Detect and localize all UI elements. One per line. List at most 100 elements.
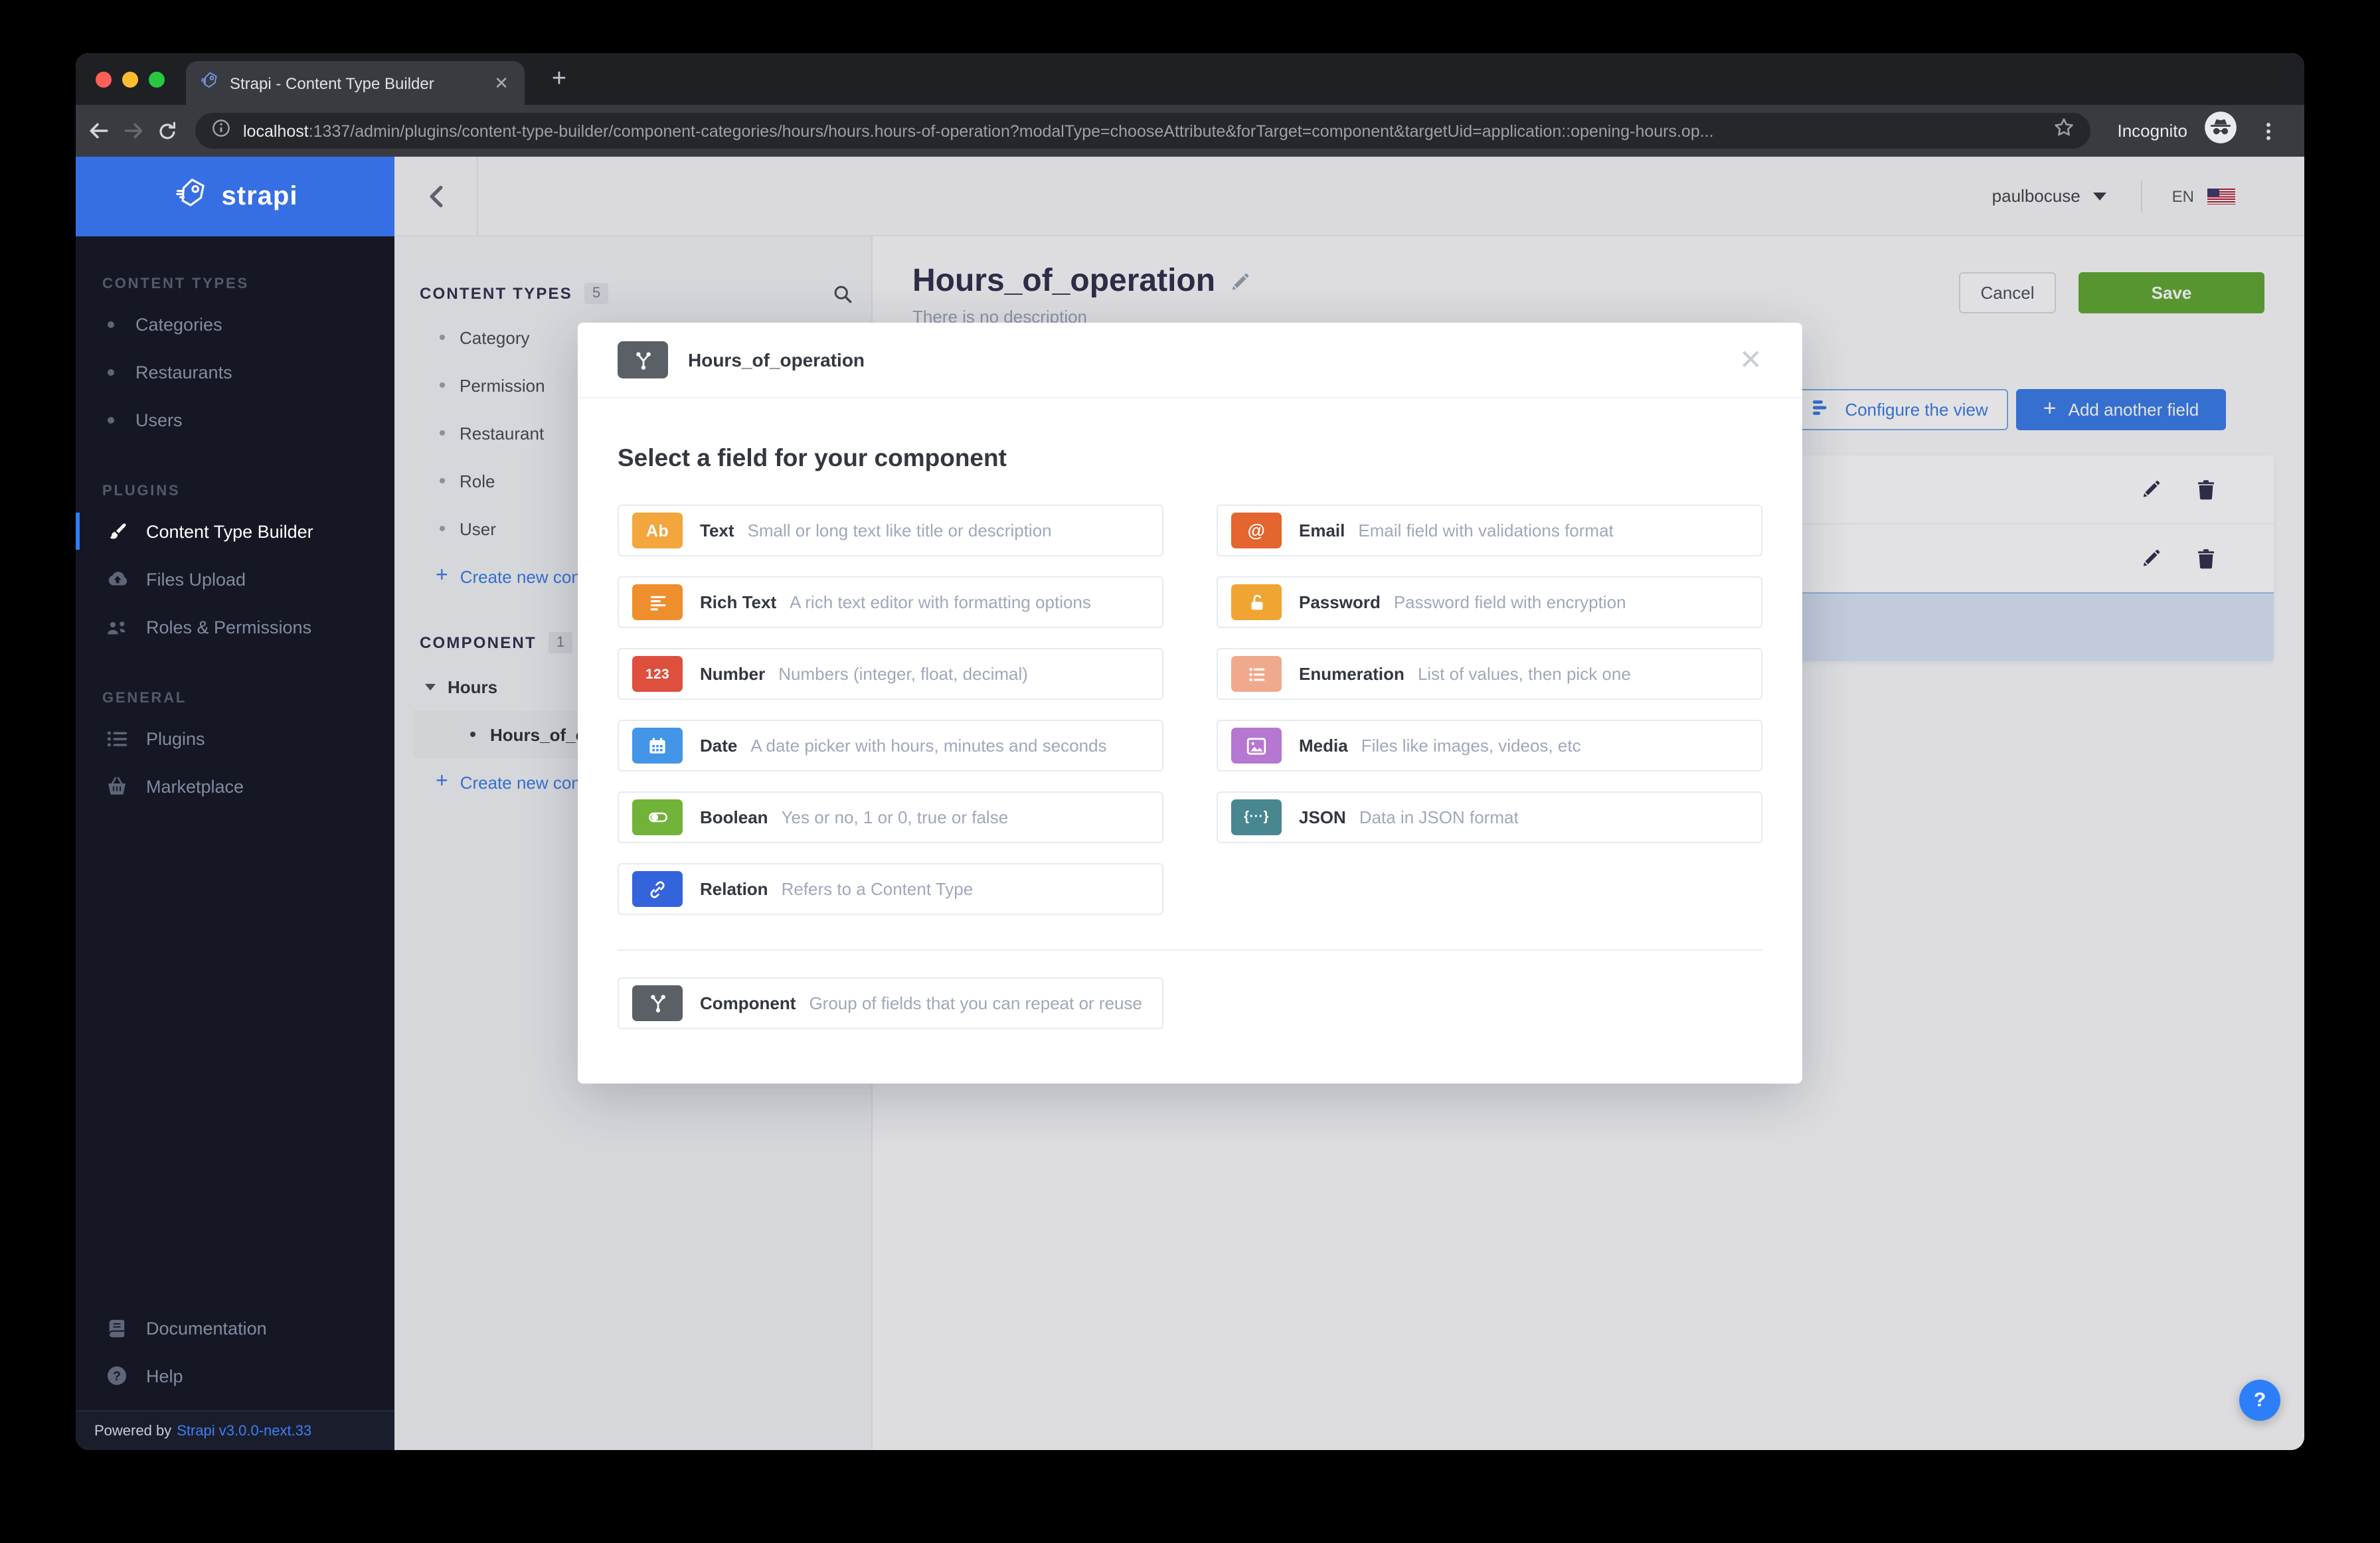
field-card-date[interactable]: Date A date picker with hours, minutes a… bbox=[618, 720, 1163, 772]
strapi-logo[interactable]: strapi bbox=[76, 157, 394, 236]
field-name: Component bbox=[700, 993, 796, 1013]
sidebar-item-roles-permissions[interactable]: Roles & Permissions bbox=[76, 603, 394, 651]
main-sidebar: strapi CONTENT TYPESCategoriesRestaurant… bbox=[76, 157, 394, 1450]
sidebar-section-general: GENERALPluginsMarketplace bbox=[76, 669, 394, 810]
date-field-icon bbox=[632, 728, 683, 764]
back-nav-icon[interactable] bbox=[81, 114, 116, 148]
component-icon bbox=[618, 341, 668, 378]
list-icon bbox=[102, 730, 131, 747]
field-card-password[interactable]: Password Password field with encryption bbox=[1217, 576, 1762, 628]
email-field-icon: @ bbox=[1231, 513, 1282, 548]
svg-text:?: ? bbox=[113, 1370, 121, 1384]
site-info-icon[interactable] bbox=[211, 118, 231, 144]
close-window-button[interactable] bbox=[96, 72, 112, 88]
browser-menu-icon[interactable] bbox=[2251, 114, 2286, 148]
field-description: Numbers (integer, float, decimal) bbox=[778, 664, 1028, 684]
field-card-media[interactable]: Media Files like images, videos, etc bbox=[1217, 720, 1762, 772]
choose-attribute-modal: Hours_of_operation ✕ Select a field for … bbox=[578, 323, 1802, 1084]
field-card-boolean[interactable]: Boolean Yes or no, 1 or 0, true or false bbox=[618, 791, 1163, 843]
content-wrap: paulbocuse EN CONTENT TYPES 5 bbox=[394, 157, 2304, 1450]
field-card-enumeration[interactable]: Enumeration List of values, then pick on… bbox=[1217, 648, 1762, 700]
modal-title: Hours_of_operation bbox=[688, 349, 865, 370]
text-field-icon: Ab bbox=[632, 513, 683, 548]
sidebar-item-label: Help bbox=[146, 1366, 183, 1386]
sidebar-section-title: CONTENT TYPES bbox=[76, 255, 394, 300]
modal-divider bbox=[618, 949, 1762, 951]
new-tab-button[interactable]: + bbox=[543, 64, 575, 96]
sidebar-section-title: PLUGINS bbox=[76, 462, 394, 507]
browser-tab-bar: Strapi - Content Type Builder ✕ + bbox=[76, 53, 2304, 105]
field-name: Media bbox=[1299, 736, 1348, 756]
incognito-label: Incognito bbox=[2117, 121, 2187, 141]
reload-icon[interactable] bbox=[150, 114, 185, 148]
sidebar-item-plugins[interactable]: Plugins bbox=[76, 714, 394, 762]
close-icon[interactable]: ✕ bbox=[1739, 346, 1762, 374]
book-icon bbox=[102, 1318, 131, 1338]
strapi-rocket-icon bbox=[173, 175, 209, 218]
field-description: A date picker with hours, minutes and se… bbox=[750, 736, 1106, 756]
sidebar-footer: Documentation? Help Powered by Strapi v3.… bbox=[76, 1304, 394, 1450]
json-field-icon: {···} bbox=[1231, 799, 1282, 835]
sidebar-section-plugins: PLUGINSContent Type BuilderFiles Upload R… bbox=[76, 462, 394, 651]
field-card-number[interactable]: 123 Number Numbers (integer, float, deci… bbox=[618, 648, 1163, 700]
sidebar-item-label: Roles & Permissions bbox=[146, 617, 311, 637]
boolean-field-icon bbox=[632, 799, 683, 835]
field-description: Small or long text like title or descrip… bbox=[748, 521, 1052, 540]
field-name: Enumeration bbox=[1299, 664, 1404, 684]
powered-by: Powered by Strapi v3.0.0-next.33 bbox=[76, 1410, 394, 1450]
sidebar-item-label: Marketplace bbox=[146, 776, 244, 796]
enumeration-field-icon bbox=[1231, 656, 1282, 692]
field-description: Yes or no, 1 or 0, true or false bbox=[782, 807, 1009, 827]
sidebar-item-files-upload[interactable]: Files Upload bbox=[76, 555, 394, 603]
field-name: Relation bbox=[700, 879, 768, 899]
sidebar-item-content-type-builder[interactable]: Content Type Builder bbox=[76, 507, 394, 555]
sidebar-item-marketplace[interactable]: Marketplace bbox=[76, 762, 394, 810]
browser-window: Strapi - Content Type Builder ✕ + localh… bbox=[76, 53, 2304, 1450]
field-description: A rich text editor with formatting optio… bbox=[790, 592, 1091, 612]
field-description: Refers to a Content Type bbox=[782, 879, 974, 899]
incognito-icon bbox=[2203, 110, 2238, 151]
field-card-text[interactable]: Ab Text Small or long text like title or… bbox=[618, 505, 1163, 556]
sidebar-item-categories[interactable]: Categories bbox=[76, 300, 394, 348]
number-field-icon: 123 bbox=[632, 656, 683, 692]
bullet-icon bbox=[108, 368, 114, 375]
basket-icon bbox=[102, 777, 131, 795]
relation-field-icon bbox=[632, 871, 683, 907]
field-card-rich-text[interactable]: Rich Text A rich text editor with format… bbox=[618, 576, 1163, 628]
sidebar-item-restaurants[interactable]: Restaurants bbox=[76, 348, 394, 396]
tab-close-icon[interactable]: ✕ bbox=[491, 72, 511, 94]
url-bar[interactable]: localhost:1337/admin/plugins/content-typ… bbox=[195, 113, 2090, 149]
strapi-logo-text: strapi bbox=[222, 181, 298, 212]
help-beacon-button[interactable]: ? bbox=[2239, 1380, 2280, 1421]
sidebar-item-help[interactable]: ? Help bbox=[76, 1352, 394, 1400]
richtext-field-icon bbox=[632, 584, 683, 620]
bullet-icon bbox=[108, 416, 114, 423]
sidebar-item-label: Plugins bbox=[146, 728, 205, 748]
sidebar-item-users[interactable]: Users bbox=[76, 396, 394, 444]
field-card-component[interactable]: Component Group of fields that you can r… bbox=[618, 977, 1163, 1029]
users-icon bbox=[102, 618, 131, 635]
field-description: Password field with encryption bbox=[1394, 592, 1626, 612]
field-card-json[interactable]: {···} JSON Data in JSON format bbox=[1217, 791, 1762, 843]
bookmark-star-icon[interactable] bbox=[2053, 117, 2075, 145]
bullet-icon bbox=[108, 321, 114, 327]
component-field-icon bbox=[632, 985, 683, 1021]
zoom-window-button[interactable] bbox=[149, 72, 165, 88]
browser-tab[interactable]: Strapi - Content Type Builder ✕ bbox=[186, 61, 525, 105]
sidebar-item-documentation[interactable]: Documentation bbox=[76, 1304, 394, 1352]
field-name: Password bbox=[1299, 592, 1381, 612]
strapi-version-link[interactable]: Strapi v3.0.0-next.33 bbox=[177, 1423, 311, 1439]
modal-body: Select a field for your component Ab Tex… bbox=[578, 398, 1802, 1029]
minimize-window-button[interactable] bbox=[122, 72, 138, 88]
question-icon: ? bbox=[102, 1365, 131, 1386]
browser-toolbar: localhost:1337/admin/plugins/content-typ… bbox=[76, 105, 2304, 157]
field-description: Email field with validations format bbox=[1358, 521, 1613, 540]
field-card-relation[interactable]: Relation Refers to a Content Type bbox=[618, 863, 1163, 915]
field-description: Group of fields that you can repeat or r… bbox=[809, 993, 1142, 1013]
modal-header: Hours_of_operation ✕ bbox=[578, 323, 1802, 398]
toolbar-right-cluster: Incognito bbox=[2101, 110, 2291, 151]
screenshot-stage: Strapi - Content Type Builder ✕ + localh… bbox=[0, 0, 2380, 1543]
field-card-email[interactable]: @ Email Email field with validations for… bbox=[1217, 505, 1762, 556]
sidebar-item-label: Users bbox=[135, 410, 183, 430]
forward-nav-icon[interactable] bbox=[116, 114, 150, 148]
